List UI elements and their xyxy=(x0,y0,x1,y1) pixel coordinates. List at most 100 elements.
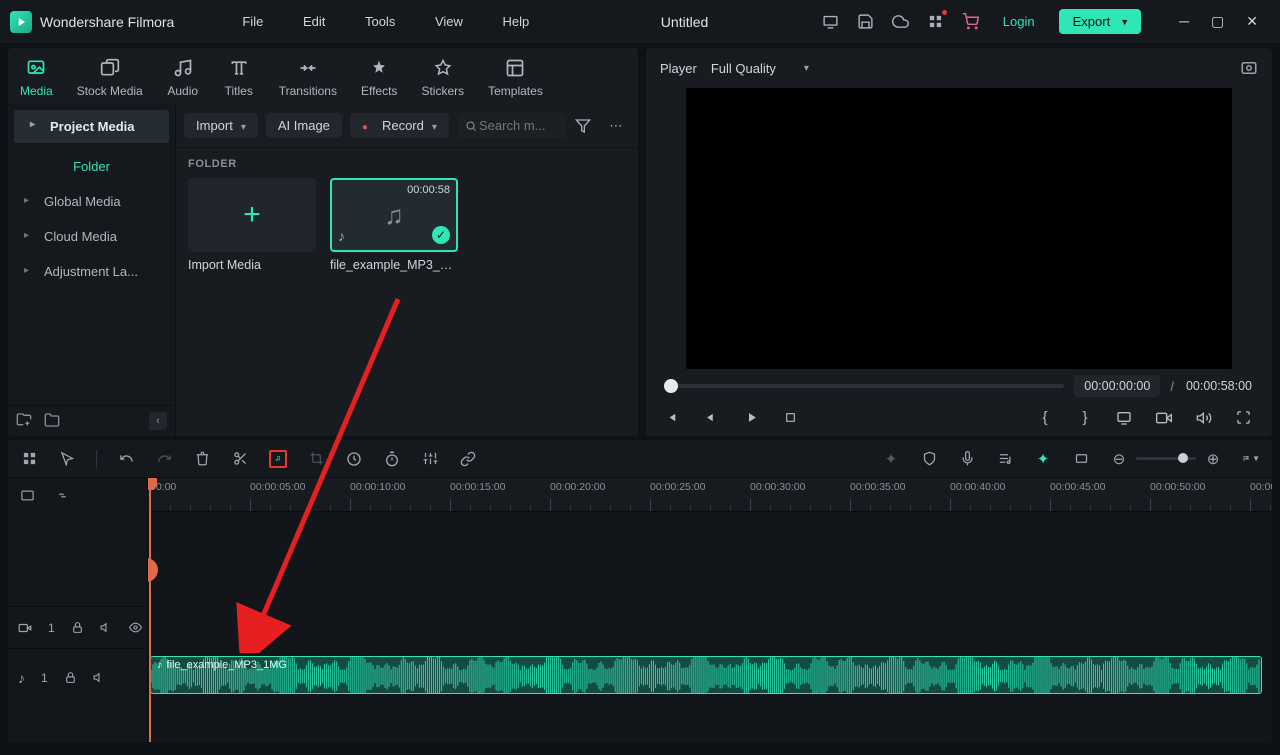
volume-icon[interactable] xyxy=(1196,410,1214,426)
step-back-icon[interactable] xyxy=(704,410,722,425)
menu-tools[interactable]: Tools xyxy=(365,14,395,29)
app-logo-icon xyxy=(10,11,32,33)
tl-add-track-icon[interactable] xyxy=(20,488,35,503)
new-folder-icon[interactable] xyxy=(16,412,34,430)
import-media-tile[interactable]: + Import Media xyxy=(188,178,316,272)
menu-file[interactable]: File xyxy=(242,14,263,29)
tl-audio-edit-icon[interactable] xyxy=(269,450,287,468)
tl-music-list-icon[interactable] xyxy=(996,450,1014,468)
audio-badge-icon: ♪ xyxy=(338,228,345,244)
sidebar-global-media[interactable]: Global Media xyxy=(8,184,175,219)
minimize-button[interactable]: ─ xyxy=(1179,13,1189,30)
tl-delete-icon[interactable] xyxy=(193,450,211,468)
export-button[interactable]: Export▼ xyxy=(1059,9,1142,34)
lock-icon[interactable] xyxy=(64,671,77,684)
prev-frame-icon[interactable] xyxy=(664,410,682,425)
tab-media[interactable]: Media xyxy=(8,54,65,104)
snapshot-icon[interactable] xyxy=(1240,59,1258,77)
tl-mic-icon[interactable] xyxy=(958,450,976,468)
zoom-in-icon[interactable]: ⊕ xyxy=(1204,450,1222,468)
tl-magnet-icon[interactable]: ✦ xyxy=(1034,450,1052,468)
login-button[interactable]: Login xyxy=(997,12,1041,31)
menu-help[interactable]: Help xyxy=(503,14,530,29)
tl-frame-icon[interactable] xyxy=(1072,450,1090,468)
video-track-header[interactable]: 1 xyxy=(8,606,147,648)
search-input[interactable] xyxy=(477,117,559,134)
tl-shield-icon[interactable] xyxy=(920,450,938,468)
sidebar-adjustment-layers[interactable]: Adjustment La... xyxy=(8,254,175,289)
camera-icon[interactable] xyxy=(1156,410,1174,426)
cloud-icon[interactable] xyxy=(892,13,909,30)
tl-link-icon[interactable] xyxy=(459,450,477,468)
ai-image-button[interactable]: AI Image xyxy=(266,113,342,138)
tab-stock-media[interactable]: Stock Media xyxy=(65,54,155,104)
tl-redo-icon[interactable] xyxy=(155,450,173,468)
tl-cursor-icon[interactable] xyxy=(58,450,76,468)
mark-out-icon[interactable]: } xyxy=(1076,409,1094,426)
media-thumb-file[interactable]: ♫ 00:00:58 ♪ ✓ file_example_MP3_1MG xyxy=(330,178,458,272)
collapse-sidebar-button[interactable]: ‹ xyxy=(149,412,167,430)
tl-grid-icon[interactable] xyxy=(20,450,38,468)
tab-transitions[interactable]: Transitions xyxy=(267,54,349,104)
audio-clip[interactable]: ♪file_example_MP3_1MG xyxy=(150,656,1262,694)
tl-adjust-icon[interactable] xyxy=(421,450,439,468)
tl-cut-icon[interactable] xyxy=(231,450,249,468)
sidebar-folder[interactable]: Folder xyxy=(8,149,175,184)
mute-icon[interactable] xyxy=(93,671,106,684)
video-preview[interactable] xyxy=(686,88,1232,369)
tab-titles[interactable]: Titles xyxy=(211,54,267,104)
tl-crop-icon[interactable] xyxy=(307,450,325,468)
play-icon[interactable] xyxy=(744,410,762,425)
tl-speed-icon[interactable] xyxy=(345,450,363,468)
audio-track-header[interactable]: ♪ 1 xyxy=(8,648,147,706)
import-button[interactable]: Import xyxy=(184,113,258,138)
timeline-tracks[interactable]: 00:0000:00:05:0000:00:10:0000:00:15:0000… xyxy=(148,478,1272,742)
clip-file-icon: ♪ xyxy=(157,659,163,671)
record-button[interactable]: Record xyxy=(350,113,449,138)
tl-timer-icon[interactable] xyxy=(383,450,401,468)
track-headers: 1 ♪ 1 xyxy=(8,478,148,742)
quality-dropdown[interactable]: Full Quality xyxy=(711,61,809,76)
project-title: Untitled xyxy=(547,14,822,30)
mute-icon[interactable] xyxy=(100,621,113,634)
more-icon[interactable]: ⋯ xyxy=(605,118,627,134)
time-separator: / xyxy=(1170,379,1174,394)
video-track-icon xyxy=(18,621,32,635)
stop-icon[interactable] xyxy=(784,411,802,424)
filter-icon[interactable] xyxy=(575,118,597,134)
tl-sparkle-icon[interactable]: ✦ xyxy=(882,450,900,468)
titlebar: Wondershare Filmora File Edit Tools View… xyxy=(0,0,1280,44)
tl-view-icon[interactable]: ▼ xyxy=(1242,450,1260,468)
tab-templates[interactable]: Templates xyxy=(476,54,555,104)
search-media[interactable] xyxy=(457,113,567,138)
tl-undo-icon[interactable] xyxy=(117,450,135,468)
menu-edit[interactable]: Edit xyxy=(303,14,325,29)
cart-icon[interactable] xyxy=(962,13,979,30)
tab-stickers[interactable]: Stickers xyxy=(409,54,476,104)
timeline-ruler[interactable]: 00:0000:00:05:0000:00:10:0000:00:15:0000… xyxy=(148,478,1272,512)
display-icon[interactable] xyxy=(1116,410,1134,426)
device-icon[interactable] xyxy=(822,13,839,30)
lock-icon[interactable] xyxy=(71,621,84,634)
maximize-button[interactable]: ▢ xyxy=(1211,13,1224,30)
folder-icon[interactable] xyxy=(44,412,62,430)
apps-icon[interactable] xyxy=(927,13,944,30)
media-browser: Import AI Image Record ⋯ FOLDER + Import… xyxy=(176,104,638,436)
tab-audio[interactable]: Audio xyxy=(155,54,211,104)
timeline-playhead[interactable] xyxy=(149,478,151,742)
zoom-out-icon[interactable]: ⊖ xyxy=(1110,450,1128,468)
tab-effects[interactable]: Effects xyxy=(349,54,409,104)
mark-in-icon[interactable]: { xyxy=(1036,409,1054,426)
tl-unlink-icon[interactable] xyxy=(55,488,70,503)
current-time: 00:00:00:00 xyxy=(1074,375,1160,397)
save-icon[interactable] xyxy=(857,13,874,30)
sidebar-cloud-media[interactable]: Cloud Media xyxy=(8,219,175,254)
visibility-icon[interactable] xyxy=(129,621,142,634)
fullscreen-icon[interactable] xyxy=(1236,410,1254,425)
close-button[interactable]: ✕ xyxy=(1246,13,1258,30)
timeline-zoom[interactable]: ⊖ ⊕ xyxy=(1110,450,1222,468)
sidebar-project-media[interactable]: Project Media xyxy=(14,110,169,143)
player-scrubber[interactable] xyxy=(664,384,1064,388)
app-name: Wondershare Filmora xyxy=(40,14,174,30)
menu-view[interactable]: View xyxy=(435,14,463,29)
